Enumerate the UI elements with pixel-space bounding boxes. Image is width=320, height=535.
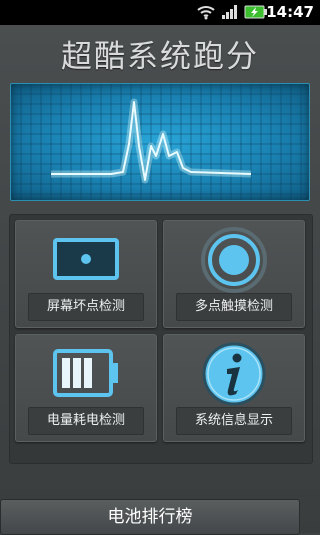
system-info-label: 系统信息显示 — [176, 407, 292, 435]
multitouch-test-button[interactable]: 多点触摸检测 — [163, 220, 305, 328]
signal-icon — [222, 5, 237, 19]
heartbeat-graph — [11, 84, 309, 200]
system-info-button[interactable]: 系统信息显示 — [163, 334, 305, 442]
multitouch-test-label: 多点触摸检测 — [176, 293, 292, 321]
screen-test-button[interactable]: 屏幕坏点检测 — [15, 220, 157, 328]
screen-icon — [53, 238, 119, 280]
battery-test-button[interactable]: 电量耗电检测 — [15, 334, 157, 442]
battery-charging-icon — [244, 5, 267, 19]
battery-icon — [53, 349, 118, 397]
page-title: 超酷系统跑分 — [61, 39, 259, 75]
battery-ranking-button[interactable]: 电池排行榜 — [0, 499, 300, 535]
battery-test-label: 电量耗电检测 — [28, 407, 144, 435]
status-clock: 14:47 — [266, 3, 314, 21]
status-bar: 14:47 — [0, 0, 320, 25]
wifi-icon — [197, 6, 215, 20]
multitouch-icon — [201, 227, 267, 293]
info-icon — [202, 342, 266, 406]
heartbeat-monitor — [10, 83, 310, 201]
function-panel: 屏幕坏点检测 多点触摸检测 电量耗电检测 系统信息显示 — [9, 214, 313, 464]
app-screen: 超酷系统跑分 屏幕坏点检测 多点触摸检测 电量耗电检测 系统信息显示 电池排行榜 — [0, 25, 320, 535]
screen-test-label: 屏幕坏点检测 — [28, 293, 144, 321]
